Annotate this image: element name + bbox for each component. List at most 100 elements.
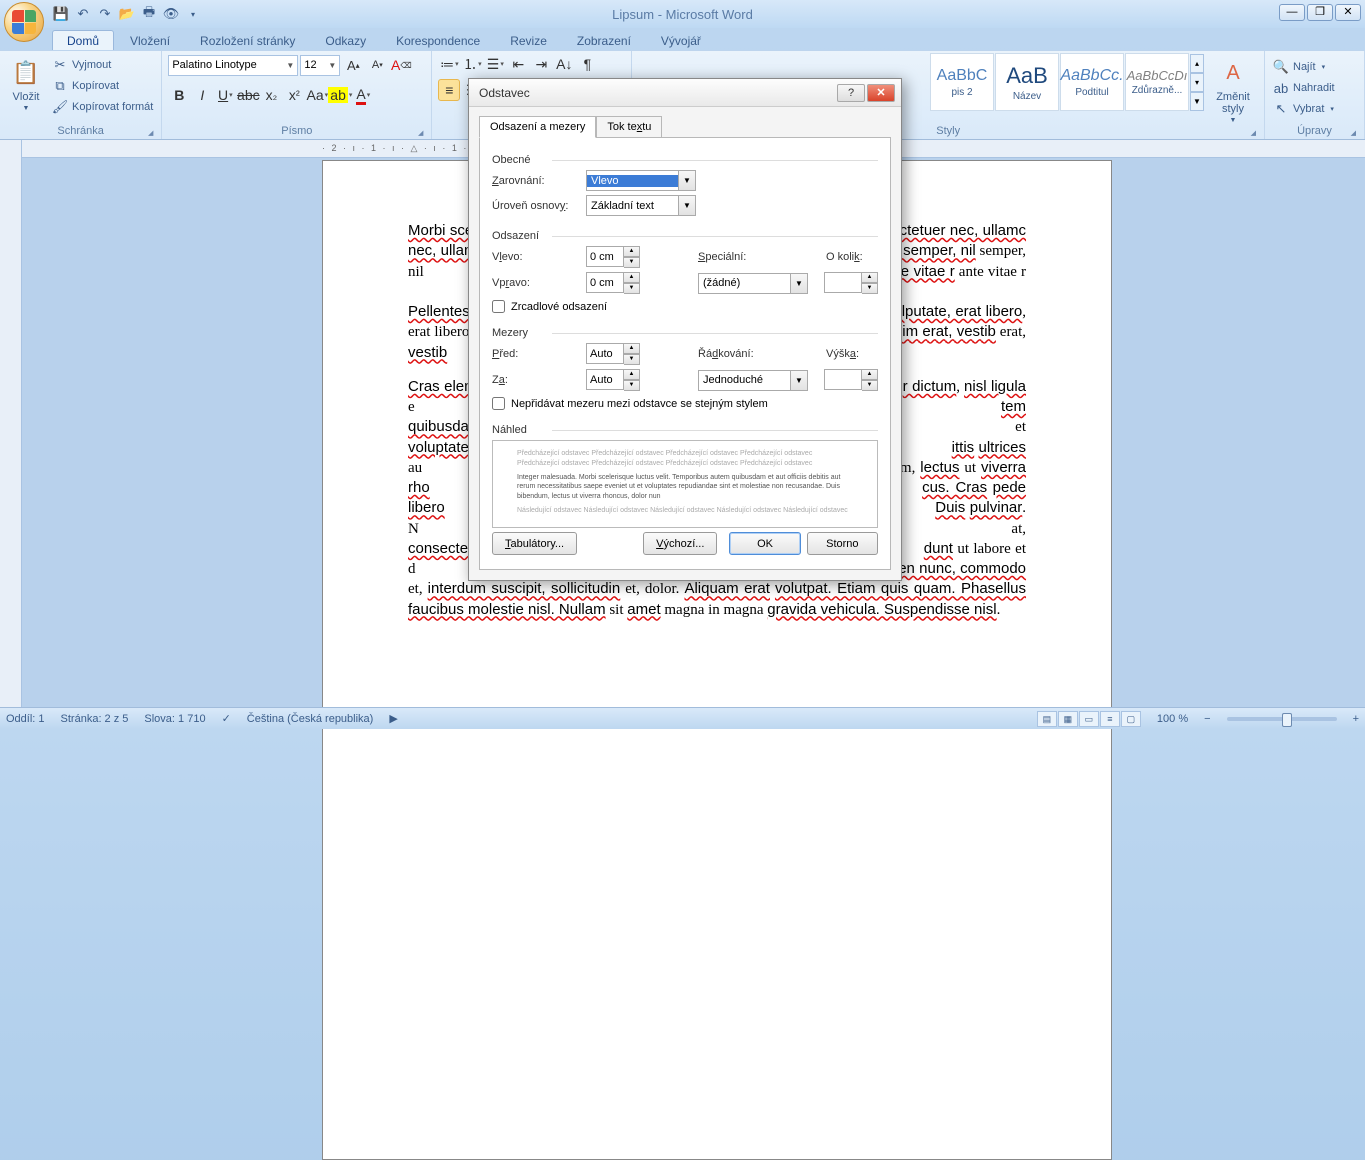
italic-button[interactable]: I — [191, 84, 213, 106]
tab-view[interactable]: Zobrazení — [563, 31, 645, 50]
before-spinner[interactable]: ▲▼ — [586, 343, 640, 365]
shrink-font-button[interactable]: A▾ — [366, 54, 388, 76]
left-indent-value[interactable] — [586, 246, 624, 267]
minimize-button[interactable]: — — [1279, 4, 1305, 21]
tab-references[interactable]: Odkazy — [311, 31, 380, 50]
align-left-button[interactable]: ≡ — [438, 79, 460, 101]
select-button[interactable]: ↖Vybrat▾ — [1271, 99, 1337, 119]
proofing-icon[interactable]: ✓ — [222, 712, 231, 725]
underline-button[interactable]: U — [214, 84, 236, 106]
no-space-checkbox[interactable] — [492, 397, 505, 410]
by-value[interactable] — [824, 272, 862, 293]
cancel-button[interactable]: Storno — [807, 532, 878, 555]
style-item[interactable]: AaBbCpis 2 — [930, 53, 994, 111]
styles-icon: A — [1217, 57, 1249, 89]
vertical-ruler[interactable] — [0, 140, 22, 707]
sort-button[interactable]: A↓ — [553, 53, 575, 75]
status-language[interactable]: Čeština (Česká republika) — [247, 713, 374, 725]
after-value[interactable] — [586, 369, 624, 390]
superscript-button[interactable]: x² — [283, 84, 305, 106]
font-size-combo[interactable]: 12▼ — [300, 55, 340, 76]
tab-page-layout[interactable]: Rozložení stránky — [186, 31, 309, 50]
full-screen-view[interactable]: ▦ — [1058, 711, 1078, 727]
bold-button[interactable]: B — [168, 84, 190, 106]
status-words[interactable]: Slova: 1 710 — [144, 713, 205, 725]
outline-view[interactable]: ≡ — [1100, 711, 1120, 727]
before-value[interactable] — [586, 343, 624, 364]
paste-button[interactable]: 📋 Vložit ▼ — [6, 53, 46, 112]
highlight-button[interactable]: ab — [329, 84, 351, 106]
format-painter-button[interactable]: 🖌Kopírovat formát — [50, 97, 155, 117]
tab-mailings[interactable]: Korespondence — [382, 31, 494, 50]
special-combo[interactable]: (žádné)▼ — [698, 273, 808, 294]
right-indent-value[interactable] — [586, 272, 624, 293]
style-item[interactable]: AaBNázev — [995, 53, 1059, 111]
cut-button[interactable]: ✂Vyjmout — [50, 55, 155, 75]
zoom-out-button[interactable]: − — [1204, 713, 1210, 725]
print-icon[interactable]: 🖶 — [140, 5, 158, 23]
font-name-combo[interactable]: Palatino Linotype▼ — [168, 55, 298, 76]
style-item[interactable]: AaBbCc.Podtitul — [1060, 53, 1124, 111]
strikethrough-button[interactable]: abc — [237, 84, 259, 106]
subscript-button[interactable]: x₂ — [260, 84, 282, 106]
clear-formatting-button[interactable]: A⌫ — [390, 54, 412, 76]
status-section[interactable]: Oddíl: 1 — [6, 713, 45, 725]
draft-view[interactable]: ▢ — [1121, 711, 1141, 727]
web-view[interactable]: ▭ — [1079, 711, 1099, 727]
font-group-label: Písmo — [168, 125, 425, 139]
qat-customize-icon[interactable]: ▾ — [184, 5, 202, 23]
zoom-level[interactable]: 100 % — [1157, 713, 1188, 725]
preview-icon[interactable]: 👁 — [162, 5, 180, 23]
grow-font-button[interactable]: A▴ — [342, 54, 364, 76]
dialog-tab-indents[interactable]: Odsazení a mezery — [479, 116, 596, 138]
dialog-close-button[interactable]: ✕ — [867, 84, 895, 102]
copy-button[interactable]: ⧉Kopírovat — [50, 76, 155, 96]
tab-review[interactable]: Revize — [496, 31, 561, 50]
change-case-button[interactable]: Aa — [306, 84, 328, 106]
font-color-button[interactable]: A — [352, 84, 374, 106]
print-layout-view[interactable]: ▤ — [1037, 711, 1057, 727]
numbering-button[interactable]: ⒈ — [461, 53, 483, 75]
default-button[interactable]: Výchozí... — [643, 532, 717, 555]
zoom-slider[interactable] — [1227, 717, 1337, 721]
left-indent-spinner[interactable]: ▲▼ — [586, 246, 640, 268]
change-styles-button[interactable]: A Změnit styly ▼ — [1208, 53, 1258, 124]
redo-icon[interactable]: ↷ — [96, 5, 114, 23]
replace-button[interactable]: abNahradit — [1271, 78, 1337, 98]
tabs-button[interactable]: Tabulátory... — [492, 532, 577, 555]
zoom-in-button[interactable]: + — [1353, 713, 1359, 725]
dialog-help-button[interactable]: ? — [837, 84, 865, 102]
macro-icon[interactable]: ▶ — [389, 712, 397, 725]
ok-button[interactable]: OK — [729, 532, 800, 555]
close-button[interactable]: ✕ — [1335, 4, 1361, 21]
alignment-combo[interactable]: Vlevo▼ — [586, 170, 696, 191]
right-indent-spinner[interactable]: ▲▼ — [586, 272, 640, 294]
at-value[interactable] — [824, 369, 862, 390]
decrease-indent-button[interactable]: ⇤ — [507, 53, 529, 75]
at-spinner[interactable]: ▲▼ — [824, 369, 878, 391]
style-item[interactable]: AaBbCcDıZdůrazně... — [1125, 53, 1189, 111]
chevron-down-icon: ▼ — [790, 274, 807, 293]
undo-icon[interactable]: ↶ — [74, 5, 92, 23]
outline-combo[interactable]: Základní text▼ — [586, 195, 696, 216]
dialog-titlebar[interactable]: Odstavec ? ✕ — [469, 79, 901, 107]
by-spinner[interactable]: ▲▼ — [824, 272, 878, 294]
tab-insert[interactable]: Vložení — [116, 31, 184, 50]
save-icon[interactable]: 💾 — [52, 5, 70, 23]
tab-home[interactable]: Domů — [52, 30, 114, 50]
status-page[interactable]: Stránka: 2 z 5 — [61, 713, 129, 725]
after-spinner[interactable]: ▲▼ — [586, 369, 640, 391]
show-marks-button[interactable]: ¶ — [576, 53, 598, 75]
line-spacing-combo[interactable]: Jednoduché▼ — [698, 370, 808, 391]
increase-indent-button[interactable]: ⇥ — [530, 53, 552, 75]
gallery-scroll[interactable]: ▴▾▼ — [1190, 54, 1204, 111]
find-button[interactable]: 🔍Najít▾ — [1271, 57, 1337, 77]
dialog-tab-flow[interactable]: Tok textu — [596, 116, 662, 138]
bullets-button[interactable]: ≔ — [438, 53, 460, 75]
tab-developer[interactable]: Vývojář — [647, 31, 715, 50]
multilevel-button[interactable]: ☰ — [484, 53, 506, 75]
mirror-indent-checkbox[interactable] — [492, 300, 505, 313]
office-button[interactable] — [4, 2, 44, 42]
open-icon[interactable]: 📂 — [118, 5, 136, 23]
maximize-button[interactable]: ❐ — [1307, 4, 1333, 21]
